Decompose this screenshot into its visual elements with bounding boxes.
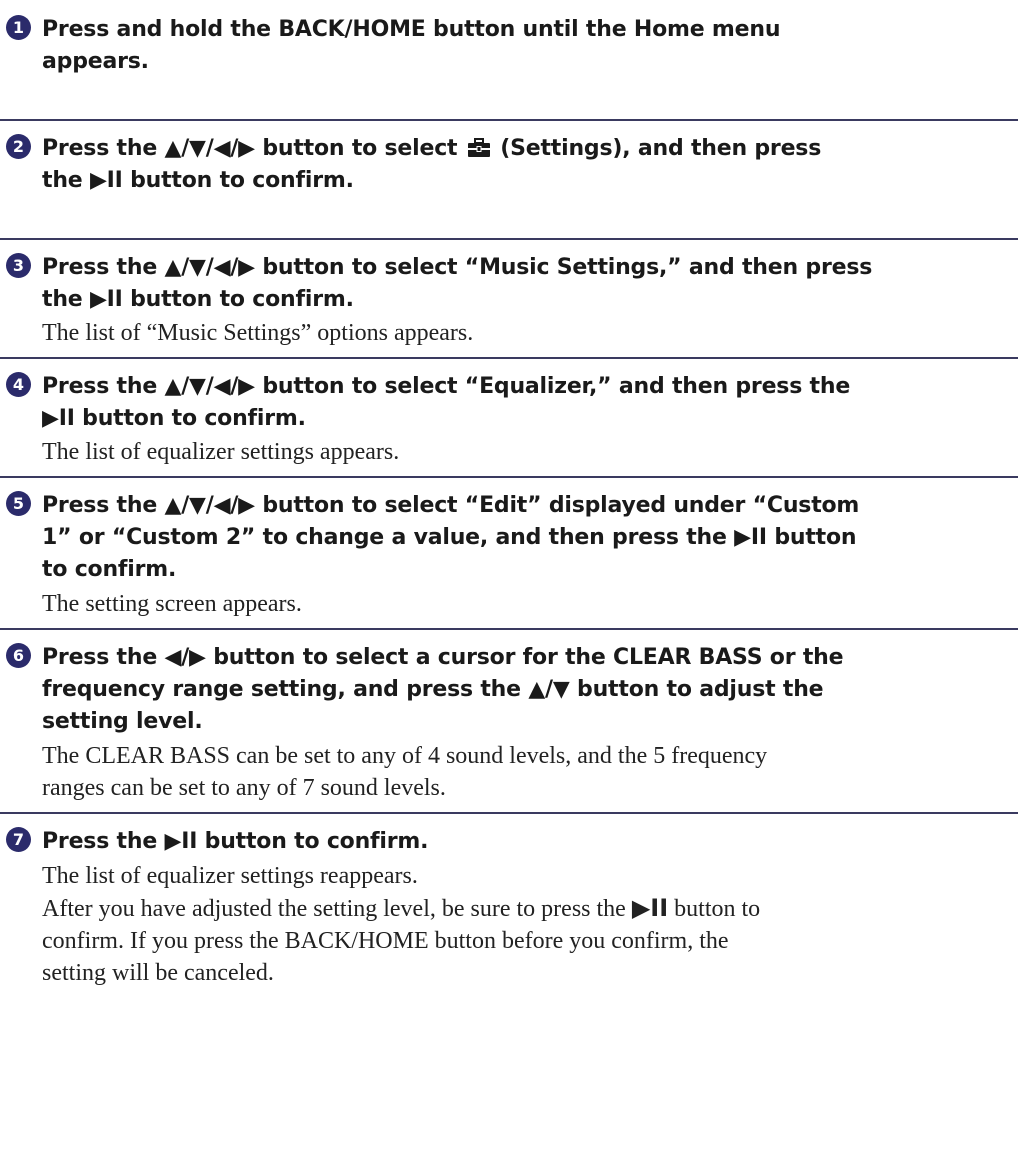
body-line: ranges can be set to any of 7 sound leve… <box>42 775 446 801</box>
heading-text: (Settings), and then press <box>492 136 822 161</box>
heading-line: to confirm. <box>42 557 177 582</box>
step-number-badge: 2 <box>6 134 31 159</box>
step-body: The list of equalizer settings reappears… <box>42 860 1014 989</box>
play-pause-glyph: ▶II <box>631 894 669 922</box>
heading-line: Press the ▲/▼/◀/▶ button to select “Equa… <box>42 374 851 399</box>
divider <box>0 812 1018 814</box>
step-heading: Press the ▲/▼/◀/▶ button to select “Edit… <box>42 490 1014 586</box>
step-heading: Press and hold the BACK/HOME button unti… <box>42 14 1014 78</box>
step-heading: Press the ▲/▼/◀/▶ button to select (Sett… <box>42 133 1014 197</box>
divider <box>0 238 1018 240</box>
note-text: After you have adjusted the setting leve… <box>42 896 632 922</box>
heading-line: setting level. <box>42 709 203 734</box>
divider <box>0 476 1018 478</box>
heading-line: ▶II button to confirm. <box>42 406 306 431</box>
step-number-badge: 3 <box>6 253 31 278</box>
body-line: The list of equalizer settings reappears… <box>42 863 418 889</box>
heading-text: Press the ▲/▼/◀/▶ button to select <box>42 136 465 161</box>
step-body: The list of equalizer settings appears. <box>42 436 1014 468</box>
note-line: setting will be canceled. <box>42 960 274 986</box>
heading-line: Press the ▲/▼/◀/▶ button to select (Sett… <box>42 133 1014 165</box>
heading-line: Press the ▲/▼/◀/▶ button to select “Musi… <box>42 255 873 280</box>
step-body: The list of “Music Settings” options app… <box>42 317 1014 349</box>
heading-line: appears. <box>42 49 149 74</box>
manual-page: 1 Press and hold the BACK/HOME button un… <box>0 0 1018 1153</box>
step-heading: Press the ▲/▼/◀/▶ button to select “Musi… <box>42 252 1014 316</box>
step-heading: Press the ▲/▼/◀/▶ button to select “Equa… <box>42 371 1014 435</box>
note-line: After you have adjusted the setting leve… <box>42 892 1014 925</box>
heading-line: Press the ▶II button to confirm. <box>42 829 429 854</box>
step-number-badge: 4 <box>6 372 31 397</box>
heading-line: the ▶II button to confirm. <box>42 168 354 193</box>
step-heading: Press the ▶II button to confirm. <box>42 826 1014 858</box>
divider <box>0 119 1018 121</box>
heading-line: 1” or “Custom 2” to change a value, and … <box>42 525 857 550</box>
step-body: The setting screen appears. <box>42 588 1014 620</box>
step-heading: Press the ◀/▶ button to select a cursor … <box>42 642 1014 738</box>
heading-line: the ▶II button to confirm. <box>42 287 354 312</box>
body-line: The list of equalizer settings appears. <box>42 439 400 465</box>
body-line: The list of “Music Settings” options app… <box>42 320 474 346</box>
step-number-badge: 6 <box>6 643 31 668</box>
step-number-badge: 1 <box>6 15 31 40</box>
step-number-badge: 5 <box>6 491 31 516</box>
settings-toolbox-icon <box>467 138 490 157</box>
step-body: The CLEAR BASS can be set to any of 4 so… <box>42 740 1014 804</box>
note-line: confirm. If you press the BACK/HOME butt… <box>42 928 729 954</box>
heading-line: Press the ▲/▼/◀/▶ button to select “Edit… <box>42 493 860 518</box>
divider <box>0 628 1018 630</box>
note-text: button to <box>668 896 761 922</box>
heading-line: Press and hold the BACK/HOME button unti… <box>42 17 781 42</box>
divider <box>0 357 1018 359</box>
heading-line: Press the ◀/▶ button to select a cursor … <box>42 645 844 670</box>
heading-line: frequency range setting, and press the ▲… <box>42 677 824 702</box>
step-number-badge: 7 <box>6 827 31 852</box>
body-line: The CLEAR BASS can be set to any of 4 so… <box>42 743 768 769</box>
body-line: The setting screen appears. <box>42 591 302 617</box>
